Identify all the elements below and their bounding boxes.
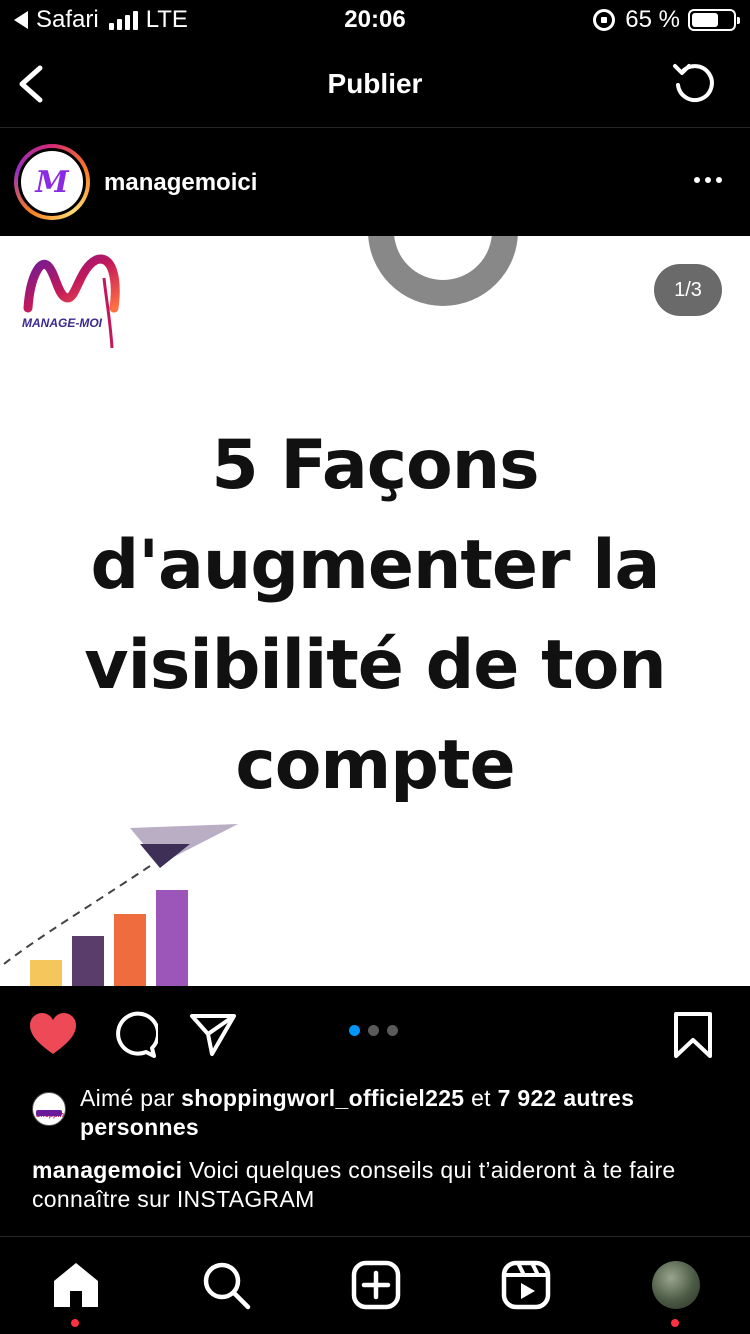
tab-bar: [0, 1236, 750, 1334]
battery-icon: [688, 9, 740, 31]
nav-header: Publier: [0, 40, 750, 128]
battery-percent: 65 %: [625, 6, 680, 33]
avatar[interactable]: M: [14, 144, 90, 220]
post-headline: 5 Façons d'augmenter la visibilité de to…: [0, 416, 750, 816]
post-image[interactable]: MANAGE-MOI 1/3 5 Façons d'augmenter la v…: [0, 236, 750, 986]
carrier-label[interactable]: Safari: [36, 6, 99, 34]
bar-2: [72, 936, 104, 986]
profile-notification-dot: [671, 1319, 679, 1327]
battery-fill: [692, 13, 718, 27]
headline-line: visibilité de ton: [84, 626, 666, 705]
status-bar: Safari LTE 20:06 65 %: [0, 0, 750, 40]
home-notification-dot: [71, 1319, 79, 1327]
back-to-app-icon[interactable]: [14, 11, 28, 29]
carousel-dot: [387, 1025, 398, 1036]
carousel-dot: [349, 1025, 360, 1036]
bookmark-icon[interactable]: [668, 1010, 718, 1060]
caption-username[interactable]: managemoici: [32, 1157, 182, 1183]
bar-1: [30, 960, 62, 986]
bar-4: [156, 890, 188, 986]
profile-avatar: [652, 1261, 700, 1309]
likes-prefix: Aimé par: [80, 1085, 175, 1111]
likes-text: Aimé par shoppingworl_officiel225 et 7 9…: [32, 1084, 722, 1142]
manage-moi-logo: [23, 254, 120, 349]
signal-icon: [108, 10, 138, 30]
profile-tab[interactable]: [650, 1259, 702, 1311]
likes-middle: et: [471, 1085, 491, 1111]
comment-icon[interactable]: [108, 1010, 158, 1060]
more-options-icon[interactable]: [694, 177, 722, 183]
reels-icon[interactable]: [500, 1259, 552, 1311]
headline-line: compte: [235, 726, 515, 805]
carousel-counter: 1/3: [654, 264, 722, 316]
heart-icon[interactable]: [28, 1010, 78, 1060]
growth-chart-illustration: [3, 824, 238, 986]
page-title: Publier: [327, 68, 423, 99]
avatar-inner: M: [18, 148, 86, 216]
bar-3: [114, 914, 146, 986]
liker-avatar[interactable]: Shopping: [32, 1092, 66, 1126]
liker-avatar-banner: [36, 1110, 62, 1116]
orientation-lock-icon: [593, 9, 616, 31]
headline-line: d'augmenter la: [90, 526, 661, 605]
network-label: LTE: [145, 6, 188, 33]
liker-name[interactable]: shoppingworl_officiel225: [181, 1085, 464, 1111]
headline-line: 5 Façons: [211, 426, 539, 505]
status-right: 65 %: [593, 6, 740, 34]
refresh-icon[interactable]: [670, 58, 720, 108]
share-icon[interactable]: [188, 1010, 238, 1060]
post-actions: [0, 1000, 750, 1070]
avatar-logo: M: [35, 164, 69, 200]
chevron-left-icon[interactable]: [14, 62, 50, 106]
post-caption: managemoici Voici quelques conseils qui …: [32, 1156, 722, 1214]
post-header: M managemoici: [0, 129, 750, 235]
paper-plane-shadow: [140, 844, 190, 868]
carousel-dot: [368, 1025, 379, 1036]
home-icon[interactable]: [50, 1259, 102, 1311]
post-username[interactable]: managemoici: [104, 169, 257, 197]
status-left[interactable]: Safari LTE: [14, 6, 188, 34]
create-icon[interactable]: [350, 1259, 402, 1311]
likes-summary[interactable]: Shopping Aimé par shoppingworl_officiel2…: [32, 1084, 722, 1142]
carousel-dots: [349, 1025, 398, 1036]
search-icon[interactable]: [200, 1259, 252, 1311]
logo-text: MANAGE-MOI: [22, 316, 102, 330]
decorative-ring: [368, 236, 518, 306]
